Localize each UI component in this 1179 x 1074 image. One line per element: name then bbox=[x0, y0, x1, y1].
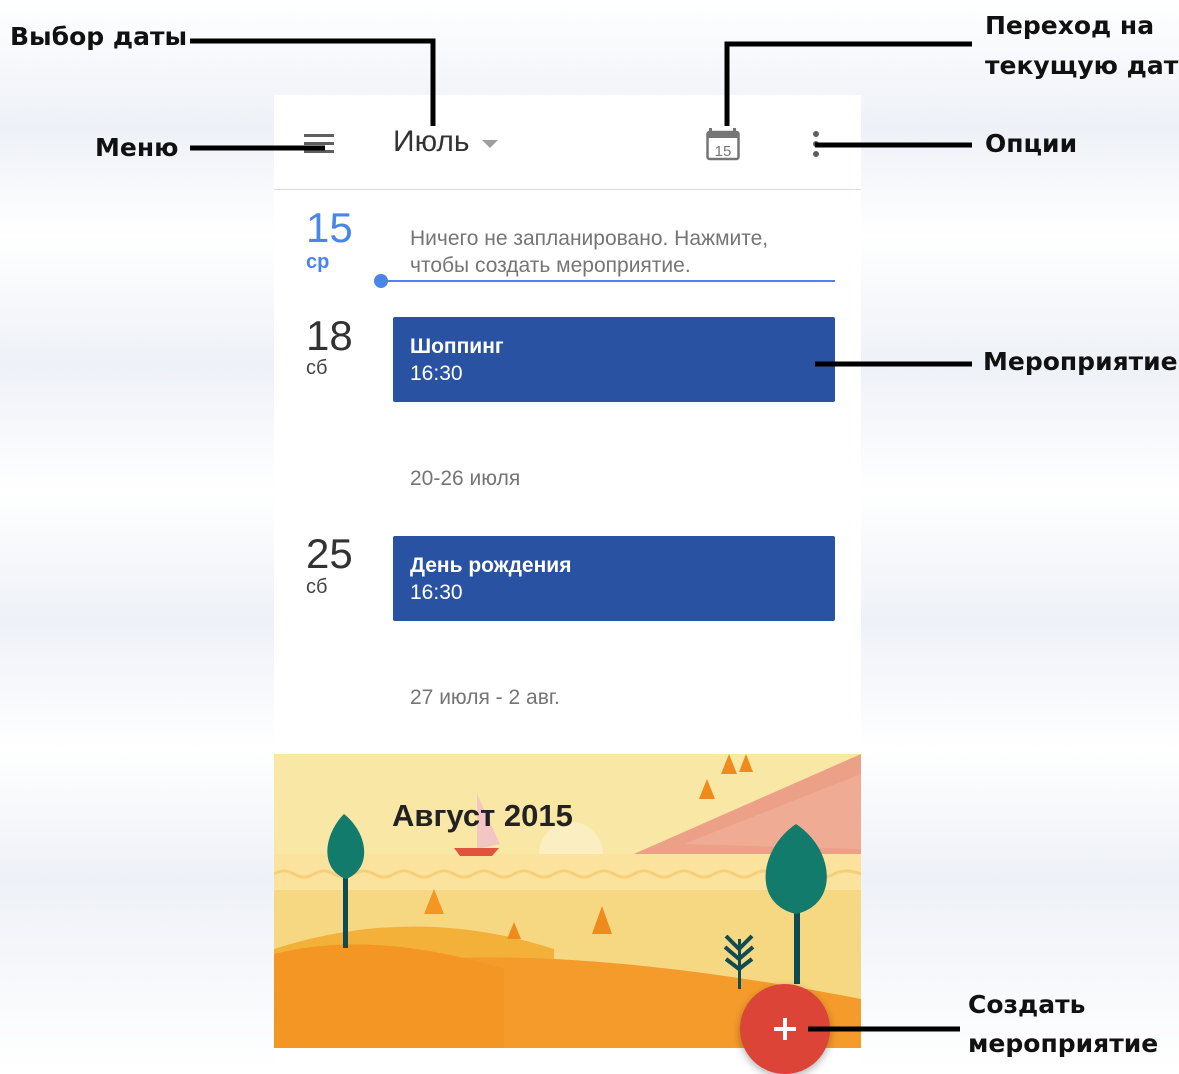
empty-day-prompt[interactable]: Ничего не запланировано. Нажмите, чтобы … bbox=[410, 225, 830, 279]
today-icon-day: 15 bbox=[715, 143, 732, 160]
dropdown-caret-icon bbox=[481, 140, 498, 148]
event-card[interactable]: День рождения 16:30 bbox=[393, 536, 835, 621]
event-time: 16:30 bbox=[410, 581, 463, 604]
week-range-label: 27 июля - 2 авг. bbox=[410, 686, 560, 709]
day-weekday: сб bbox=[306, 576, 328, 598]
day-number: 25 bbox=[306, 530, 353, 577]
event-title: Шоппинг bbox=[410, 335, 504, 358]
plus-icon bbox=[783, 1018, 787, 1040]
app-toolbar: Июль 15 bbox=[274, 95, 861, 190]
day-weekday: ср bbox=[306, 251, 330, 273]
annotation-date-picker: Выбор даты bbox=[10, 22, 188, 51]
create-event-button[interactable] bbox=[740, 984, 830, 1074]
current-time-dot bbox=[374, 274, 388, 288]
hamburger-icon[interactable] bbox=[304, 134, 334, 154]
event-title: День рождения bbox=[410, 554, 572, 577]
annotation-go-today-line1: Переход на bbox=[985, 11, 1155, 40]
annotation-go-today-line2: текущую дату bbox=[985, 51, 1179, 80]
day-number: 18 bbox=[306, 312, 353, 359]
day-number: 15 bbox=[306, 204, 353, 251]
annotation-menu: Меню bbox=[95, 133, 179, 162]
event-card[interactable]: Шоппинг 16:30 bbox=[393, 317, 835, 402]
month-banner-title: Август 2015 bbox=[392, 798, 573, 833]
calendar-today-icon[interactable]: 15 bbox=[706, 125, 740, 161]
current-time-line bbox=[382, 280, 835, 282]
event-time: 16:30 bbox=[410, 362, 463, 385]
annotation-create-line1: Создать bbox=[968, 990, 1086, 1019]
annotation-create-line2: мероприятие bbox=[968, 1029, 1159, 1058]
day-weekday: сб bbox=[306, 357, 328, 379]
month-selector[interactable]: Июль bbox=[393, 125, 498, 159]
annotation-options: Опции bbox=[985, 129, 1078, 158]
week-range-label: 20-26 июля bbox=[410, 467, 521, 490]
annotation-event: Мероприятие bbox=[983, 347, 1178, 376]
calendar-app-screen: Июль 15 15 ср Ничего не запланировано. Н… bbox=[274, 95, 861, 1070]
more-vert-icon[interactable] bbox=[812, 131, 820, 157]
month-label: Июль bbox=[393, 125, 470, 158]
